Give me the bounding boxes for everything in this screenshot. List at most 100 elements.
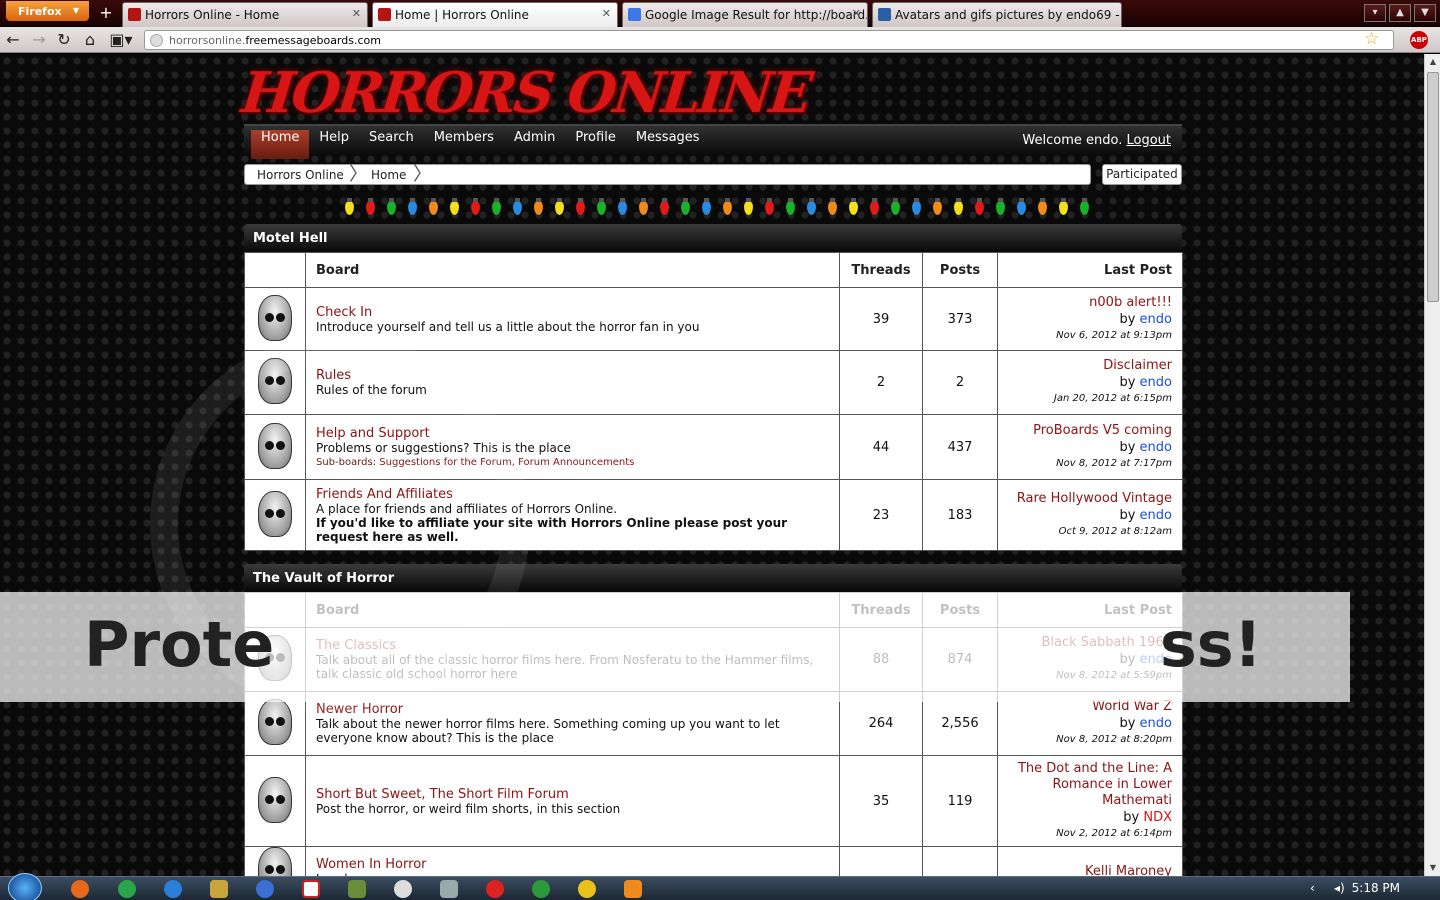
start-button[interactable]	[8, 873, 42, 900]
category-header[interactable]: Motel Hell	[244, 224, 1182, 252]
board-title-link[interactable]: Short But Sweet, The Short Film Forum	[316, 787, 829, 802]
gmail-icon[interactable]	[302, 880, 320, 898]
last-post-title-link[interactable]: Rare Hollywood Vintage	[998, 491, 1172, 507]
bookmark-star-icon[interactable]: ☆	[1364, 29, 1379, 49]
light-bulb	[765, 198, 774, 215]
last-post-title-link[interactable]: Black Sabbath 1963	[998, 635, 1172, 651]
menu-item-profile[interactable]: Profile	[565, 130, 625, 159]
menu-item-help[interactable]: Help	[309, 130, 359, 159]
reload-icon[interactable]: ↻	[53, 30, 75, 50]
username-link[interactable]: endo	[1140, 508, 1172, 523]
bookmark-menu-icon[interactable]: ▣▾	[106, 30, 136, 50]
username-link[interactable]: endo	[1140, 716, 1172, 731]
minimize-icon[interactable]: ▲	[1389, 4, 1411, 22]
tab-favicon-icon	[628, 8, 641, 21]
skull-icon	[258, 294, 292, 341]
menu-item-search[interactable]: Search	[359, 130, 424, 159]
board-icon-cell	[244, 691, 306, 756]
last-post-cell: ProBoards V5 coming by endo Nov 8, 2012 at…	[997, 414, 1183, 480]
light-bulb	[1017, 198, 1026, 215]
app-icon[interactable]	[578, 880, 596, 898]
new-tab-button[interactable]: +	[94, 2, 118, 24]
back-arrow-icon[interactable]: ←	[2, 30, 24, 50]
breadcrumb-item[interactable]: Home	[371, 168, 406, 182]
close-window-icon[interactable]: ▼	[1414, 4, 1436, 22]
board-title-link[interactable]: Rules	[316, 368, 829, 383]
app-icon[interactable]	[348, 880, 366, 898]
menu-item-members[interactable]: Members	[424, 130, 504, 159]
board-title-link[interactable]: Friends And Affiliates	[316, 487, 829, 502]
menu-item-messages[interactable]: Messages	[626, 130, 710, 159]
firefox-icon[interactable]	[71, 880, 89, 898]
volume-icon[interactable]: ◂)	[1334, 881, 1345, 895]
last-post-title-link[interactable]: World War Z	[998, 699, 1172, 715]
browser-tab[interactable]: Avatars and gifs pictures by endo69 - P.…	[872, 2, 1122, 27]
site-logo[interactable]: HORRORS ONLINE	[239, 60, 813, 126]
menu-item-home[interactable]: Home	[251, 130, 310, 159]
board-description: Talk about all of the classic horror fil…	[316, 653, 814, 681]
last-post-title-link[interactable]: Kelli Maroney	[998, 864, 1172, 877]
vlc-icon[interactable]	[624, 880, 642, 898]
media-icon[interactable]	[394, 880, 412, 898]
browser-tab[interactable]: Home | Horrors Online ✕	[372, 2, 618, 27]
last-post-title-link[interactable]: The Dot and the Line: A Romance in Lower…	[998, 761, 1172, 809]
scroll-up-icon[interactable]: ▲	[1425, 54, 1440, 70]
username-link[interactable]: endo	[1140, 440, 1172, 455]
firefox-menu-button[interactable]: Firefox ▼	[6, 1, 89, 21]
browser-tab[interactable]: Horrors Online - Home ✕	[122, 2, 368, 27]
tray-arrow-icon[interactable]: ‹	[1310, 881, 1315, 895]
table-row: Women In HorrorLovely Kelli Maroney	[244, 846, 1183, 877]
participated-button[interactable]: Participated	[1102, 164, 1182, 185]
logout-link[interactable]: Logout	[1126, 133, 1171, 148]
category-header[interactable]: The Vault of Horror	[244, 564, 1182, 592]
board-title-link[interactable]: Help and Support	[316, 426, 829, 441]
app-icon[interactable]	[210, 880, 228, 898]
thread-count: 23	[839, 479, 923, 551]
username-link[interactable]: endo	[1140, 375, 1172, 390]
internet-explorer-icon[interactable]	[164, 880, 182, 898]
close-icon[interactable]: ✕	[602, 7, 611, 20]
app-icon[interactable]	[256, 880, 274, 898]
board-title-link[interactable]: The Classics	[316, 638, 829, 653]
tab-favicon-icon	[128, 8, 141, 21]
board-title-link[interactable]: Newer Horror	[316, 702, 829, 717]
skull-icon	[258, 358, 292, 404]
username-link[interactable]: NDX	[1143, 810, 1172, 825]
chrome-icon[interactable]	[118, 880, 136, 898]
scroll-down-icon[interactable]: ▼	[1425, 860, 1440, 876]
thread-count: 35	[839, 755, 923, 847]
forward-arrow-icon[interactable]: →	[28, 30, 50, 50]
utorrent-icon[interactable]	[532, 880, 550, 898]
tab-favicon-icon	[878, 8, 891, 21]
page-scrollbar[interactable]: ▲ ▼	[1424, 54, 1440, 876]
board-title-link[interactable]: Check In	[316, 305, 829, 320]
browser-tab[interactable]: Google Image Result for http://board.n..…	[622, 2, 868, 27]
scroll-thumb[interactable]	[1427, 72, 1439, 302]
username-link[interactable]: endo	[1140, 652, 1172, 667]
tab-title: Google Image Result for http://board.n..…	[645, 8, 868, 22]
menu-item-admin[interactable]: Admin	[504, 130, 565, 159]
app-icon[interactable]	[486, 880, 504, 898]
app-icon[interactable]	[440, 880, 458, 898]
address-bar[interactable]: horrorsonline.freemessageboards.com	[144, 30, 1394, 50]
board-description: Rules of the forum	[316, 383, 427, 397]
board-icon-cell	[244, 755, 306, 847]
clock[interactable]: 5:18 PM	[1352, 881, 1400, 895]
by-label: by	[1119, 507, 1136, 523]
tab-list-icon[interactable]: ▾	[1364, 4, 1386, 22]
breadcrumb-item[interactable]: Horrors Online	[257, 168, 344, 182]
sub-board-links[interactable]: Suggestions for the Forum, Forum Announc…	[379, 457, 634, 468]
last-post-title-link[interactable]: ProBoards V5 coming	[998, 423, 1172, 439]
last-post-title-link[interactable]: Disclaimer	[998, 358, 1172, 374]
adblock-icon[interactable]: ABP	[1410, 31, 1428, 49]
last-post-title-link[interactable]: n00b alert!!!	[998, 295, 1172, 311]
username-link[interactable]: endo	[1140, 312, 1172, 327]
close-icon[interactable]: ✕	[852, 7, 861, 20]
light-bulb	[975, 198, 984, 215]
light-bulb	[1038, 198, 1047, 215]
last-post-cell: Kelli Maroney	[997, 846, 1183, 877]
board-title-link[interactable]: Women In Horror	[316, 857, 829, 872]
table-header-row: Board Threads Posts Last Post	[244, 592, 1183, 628]
close-icon[interactable]: ✕	[352, 7, 361, 20]
home-icon[interactable]: ⌂	[79, 30, 101, 50]
